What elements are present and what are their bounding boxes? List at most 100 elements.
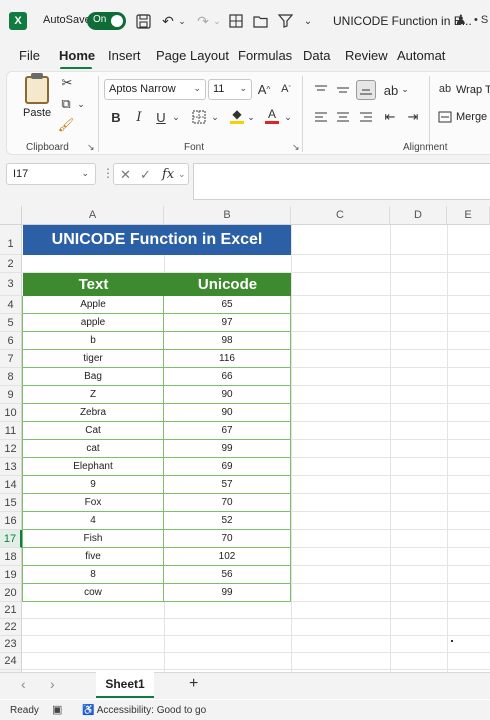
copy-icon[interactable]: ⧉: [58, 96, 74, 112]
table-cell-text[interactable]: five: [22, 548, 164, 566]
column-header-a[interactable]: A: [22, 206, 164, 225]
table-cell-unicode[interactable]: 57: [164, 476, 291, 494]
tab-data[interactable]: Data: [303, 48, 330, 63]
row-header-12[interactable]: 12: [0, 440, 22, 458]
table-cell-unicode[interactable]: 98: [164, 332, 291, 350]
align-left-icon[interactable]: [312, 108, 330, 126]
prev-sheet-icon[interactable]: ‹: [21, 676, 26, 692]
select-all-corner[interactable]: [0, 206, 22, 225]
decrease-indent-icon[interactable]: ⇤: [381, 108, 399, 126]
table-cell-text[interactable]: Fish: [22, 530, 164, 548]
name-box[interactable]: I17 ⌄: [6, 163, 96, 185]
row-header-23[interactable]: 23: [0, 636, 22, 653]
table-cell-text[interactable]: Cat: [22, 422, 164, 440]
row-header-18[interactable]: 18: [0, 548, 22, 566]
sheet-tab-sheet1[interactable]: Sheet1: [96, 672, 154, 698]
align-top-icon[interactable]: [312, 80, 330, 100]
tab-review[interactable]: Review: [345, 48, 388, 63]
table-cell-text[interactable]: apple: [22, 314, 164, 332]
table-cell-unicode[interactable]: 90: [164, 404, 291, 422]
cancel-icon[interactable]: ✕: [120, 167, 131, 183]
row-header-7[interactable]: 7: [0, 350, 22, 368]
table-cell-text[interactable]: cow: [22, 584, 164, 602]
row-header-22[interactable]: 22: [0, 619, 22, 636]
column-header-c[interactable]: C: [291, 206, 390, 225]
borders-icon[interactable]: [190, 108, 208, 126]
table-cell-unicode[interactable]: 65: [164, 296, 291, 314]
grow-font-icon[interactable]: A ^: [256, 80, 272, 98]
tab-file[interactable]: File: [19, 48, 40, 63]
font-color-icon[interactable]: A: [263, 106, 281, 126]
header-text[interactable]: Text: [23, 273, 164, 296]
macro-record-icon[interactable]: ▣: [52, 703, 62, 716]
table-cell-unicode[interactable]: 99: [164, 440, 291, 458]
font-color-dropdown-icon[interactable]: ⌄: [283, 110, 293, 124]
row-header-4[interactable]: 4: [0, 296, 22, 314]
table-cell-unicode[interactable]: 69: [164, 458, 291, 476]
table-cell-unicode[interactable]: 70: [164, 530, 291, 548]
filter-icon[interactable]: [277, 10, 293, 32]
shrink-font-icon[interactable]: Aˇ: [278, 80, 294, 98]
row-header-11[interactable]: 11: [0, 422, 22, 440]
table-cell-unicode[interactable]: 56: [164, 566, 291, 584]
row-header-16[interactable]: 16: [0, 512, 22, 530]
copy-dropdown-icon[interactable]: ⌄: [76, 98, 86, 110]
table-cell-text[interactable]: Apple: [22, 296, 164, 314]
borders-icon[interactable]: [228, 10, 244, 32]
table-cell-text[interactable]: Elephant: [22, 458, 164, 476]
row-header-24[interactable]: 24: [0, 653, 22, 670]
row-header-10[interactable]: 10: [0, 404, 22, 422]
align-right-icon[interactable]: [357, 108, 375, 126]
row-header-19[interactable]: 19: [0, 566, 22, 584]
merge-label[interactable]: Merge: [456, 111, 487, 123]
table-cell-unicode[interactable]: 67: [164, 422, 291, 440]
redo-dropdown-icon[interactable]: ⌄: [212, 10, 222, 32]
sheet-title[interactable]: UNICODE Function in Excel: [23, 225, 291, 255]
align-center-icon[interactable]: [334, 108, 352, 126]
orientation-icon[interactable]: ab: [382, 80, 400, 100]
table-cell-text[interactable]: cat: [22, 440, 164, 458]
fill-color-dropdown-icon[interactable]: ⌄: [246, 110, 256, 124]
row-header-20[interactable]: 20: [0, 584, 22, 602]
font-size-combo[interactable]: 11 ⌄: [208, 79, 252, 100]
column-header-d[interactable]: D: [390, 206, 447, 225]
underline-dropdown-icon[interactable]: ⌄: [171, 110, 181, 124]
undo-icon[interactable]: ↶: [160, 10, 176, 32]
spreadsheet-grid[interactable]: A B C D E 1 2 3 4 5 6 7 8 9 10 11 12 13 14 15 16 17 18 19 20 21 22…: [0, 206, 490, 672]
format-painter-icon[interactable]: 🖌: [58, 117, 75, 133]
enter-icon[interactable]: ✓: [140, 167, 151, 183]
row-header-9[interactable]: 9: [0, 386, 22, 404]
add-sheet-button[interactable]: +: [189, 675, 198, 693]
underline-button[interactable]: U: [154, 108, 168, 126]
table-cell-text[interactable]: 9: [22, 476, 164, 494]
fill-color-icon[interactable]: ◆: [228, 106, 246, 126]
row-header-13[interactable]: 13: [0, 458, 22, 476]
tab-page-layout[interactable]: Page Layout: [156, 48, 229, 63]
next-sheet-icon[interactable]: ›: [50, 676, 55, 692]
bold-button[interactable]: B: [109, 108, 123, 126]
font-name-combo[interactable]: Aptos Narrow ⌄: [104, 79, 206, 100]
paste-button-label[interactable]: Paste: [23, 107, 51, 119]
font-launcher-icon[interactable]: ↘: [292, 142, 300, 153]
open-folder-icon[interactable]: [252, 10, 268, 32]
table-cell-unicode[interactable]: 116: [164, 350, 291, 368]
table-cell-unicode[interactable]: 99: [164, 584, 291, 602]
chevron-down-icon[interactable]: ⌄: [178, 169, 186, 180]
table-cell-text[interactable]: b: [22, 332, 164, 350]
align-middle-icon[interactable]: [334, 80, 352, 100]
row-header-15[interactable]: 15: [0, 494, 22, 512]
account-icon[interactable]: ♟: [455, 12, 467, 28]
wrap-text-icon[interactable]: ab: [437, 80, 453, 98]
column-header-b[interactable]: B: [164, 206, 291, 225]
undo-dropdown-icon[interactable]: ⌄: [177, 10, 187, 32]
table-cell-text[interactable]: 4: [22, 512, 164, 530]
table-cell-text[interactable]: Fox: [22, 494, 164, 512]
row-header-6[interactable]: 6: [0, 332, 22, 350]
table-cell-text[interactable]: Z: [22, 386, 164, 404]
row-header-5[interactable]: 5: [0, 314, 22, 332]
clipboard-launcher-icon[interactable]: ↘: [87, 142, 95, 153]
row-header-3[interactable]: 3: [0, 273, 22, 296]
accessibility-status[interactable]: ♿ Accessibility: Good to go: [82, 705, 206, 716]
tab-insert[interactable]: Insert: [108, 48, 141, 63]
row-header-2[interactable]: 2: [0, 255, 22, 273]
